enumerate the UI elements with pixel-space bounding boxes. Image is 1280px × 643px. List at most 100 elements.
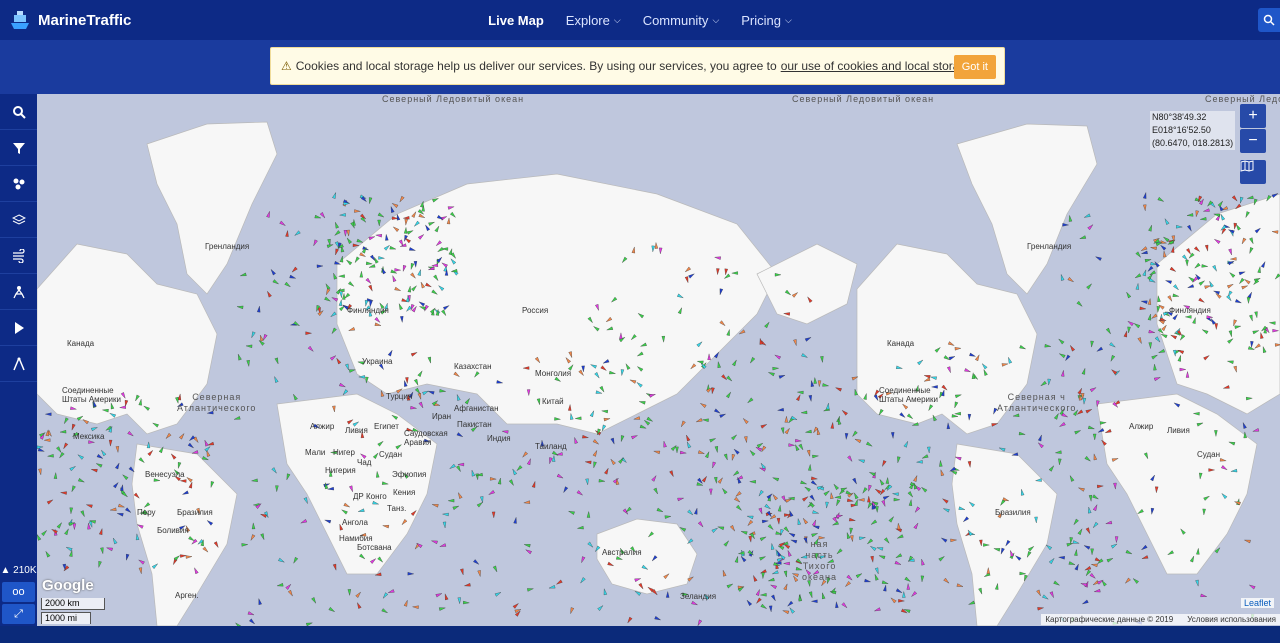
vessel-marker[interactable] [1123,330,1128,338]
leaflet-link[interactable]: Leaflet [1240,598,1274,608]
vessel-marker[interactable] [834,495,842,499]
vessel-marker[interactable] [1157,196,1165,203]
vessel-marker[interactable] [811,476,818,481]
layers-tool-button[interactable] [0,202,37,238]
vessel-marker[interactable] [300,519,308,524]
vessel-marker[interactable] [749,357,756,364]
vessel-marker[interactable] [811,519,817,527]
vessel-marker[interactable] [942,497,949,504]
vessel-marker[interactable] [1169,239,1176,245]
vessel-marker[interactable] [747,519,754,526]
vessel-marker[interactable] [69,507,73,514]
vessel-marker[interactable] [999,446,1006,452]
vessel-marker[interactable] [1083,544,1091,550]
vessel-marker[interactable] [714,446,719,453]
vessel-marker[interactable] [943,577,950,584]
vessel-marker[interactable] [1059,352,1066,359]
vessel-marker[interactable] [821,592,826,600]
vessel-marker[interactable] [512,602,519,609]
vessel-marker[interactable] [633,416,641,421]
vessel-marker[interactable] [91,468,98,473]
vessel-marker[interactable] [127,430,135,437]
vessel-marker[interactable] [907,491,914,498]
vessel-marker[interactable] [470,470,476,477]
vessel-marker[interactable] [115,462,120,470]
vessel-marker[interactable] [874,488,882,494]
vessel-marker[interactable] [770,584,777,590]
density-tool-button[interactable] [0,166,37,202]
vessel-marker[interactable] [1089,573,1096,579]
vessel-marker[interactable] [251,478,258,483]
vessel-marker[interactable] [893,497,900,502]
vessel-marker[interactable] [249,618,255,625]
vessel-marker[interactable] [592,450,598,457]
vessel-marker[interactable] [1049,591,1055,599]
vessel-marker[interactable] [808,591,814,599]
vessel-marker[interactable] [245,344,253,349]
vessel-marker[interactable] [1089,386,1097,393]
vessel-marker[interactable] [1082,599,1089,605]
vessel-marker[interactable] [332,273,338,280]
vessel-marker[interactable] [697,521,704,528]
vessel-marker[interactable] [1105,327,1112,335]
vessel-marker[interactable] [1074,564,1080,571]
vessel-marker[interactable] [772,570,779,575]
vessel-marker[interactable] [895,588,903,594]
vessel-marker[interactable] [800,410,808,415]
vessel-marker[interactable] [784,427,791,435]
vessel-marker[interactable] [1148,225,1153,232]
vessel-marker[interactable] [677,497,685,502]
vessel-marker[interactable] [334,222,340,229]
vessel-marker[interactable] [77,454,84,460]
vessel-marker[interactable] [492,565,498,573]
vessel-marker[interactable] [675,446,679,453]
vessel-marker[interactable] [1153,376,1161,382]
vessel-marker[interactable] [849,517,856,522]
vessel-marker[interactable] [417,392,422,400]
vessel-marker[interactable] [1125,291,1132,299]
vessel-marker[interactable] [894,560,902,566]
vessel-marker[interactable] [836,514,843,519]
vessel-marker[interactable] [1148,278,1156,283]
vessel-marker[interactable] [879,479,885,486]
vessel-marker[interactable] [701,475,708,483]
vessel-marker[interactable] [382,592,389,600]
vessel-marker[interactable] [943,507,950,513]
vessel-marker[interactable] [811,599,818,603]
vessel-marker[interactable] [598,478,606,483]
vessel-marker[interactable] [1153,364,1157,371]
vessel-marker[interactable] [902,591,906,598]
vessel-marker[interactable] [774,354,781,360]
vessel-marker[interactable] [631,434,638,440]
vessel-marker[interactable] [804,486,811,492]
vessel-marker[interactable] [1142,269,1148,277]
vessel-marker[interactable] [783,570,788,578]
vessel-marker[interactable] [734,496,741,503]
vessel-marker[interactable] [780,427,785,434]
vessel-marker[interactable] [847,498,854,503]
vessel-marker[interactable] [403,600,409,607]
vessel-marker[interactable] [808,395,813,402]
vessel-marker[interactable] [795,438,802,443]
vessel-marker[interactable] [897,523,901,530]
vessel-marker[interactable] [422,390,429,396]
vessel-marker[interactable] [1137,337,1143,344]
vessel-marker[interactable] [1186,213,1194,217]
vessel-marker[interactable] [833,483,839,491]
vessel-marker[interactable] [521,451,528,458]
vessel-marker[interactable] [326,243,334,249]
vessel-marker[interactable] [1124,577,1131,584]
vessel-marker[interactable] [789,607,795,614]
vessel-marker[interactable] [1187,224,1192,232]
vessel-marker[interactable] [527,587,534,592]
vessel-marker[interactable] [758,507,764,515]
map-type-button[interactable] [1240,160,1266,184]
vessel-marker[interactable] [237,353,242,361]
vessel-marker[interactable] [854,438,862,444]
vessel-marker[interactable] [866,441,873,448]
vessel-marker[interactable] [285,583,292,590]
vessel-marker[interactable] [585,460,592,465]
vessel-marker[interactable] [694,508,698,515]
vessel-marker[interactable] [1113,482,1117,490]
vessel-marker[interactable] [438,606,446,611]
